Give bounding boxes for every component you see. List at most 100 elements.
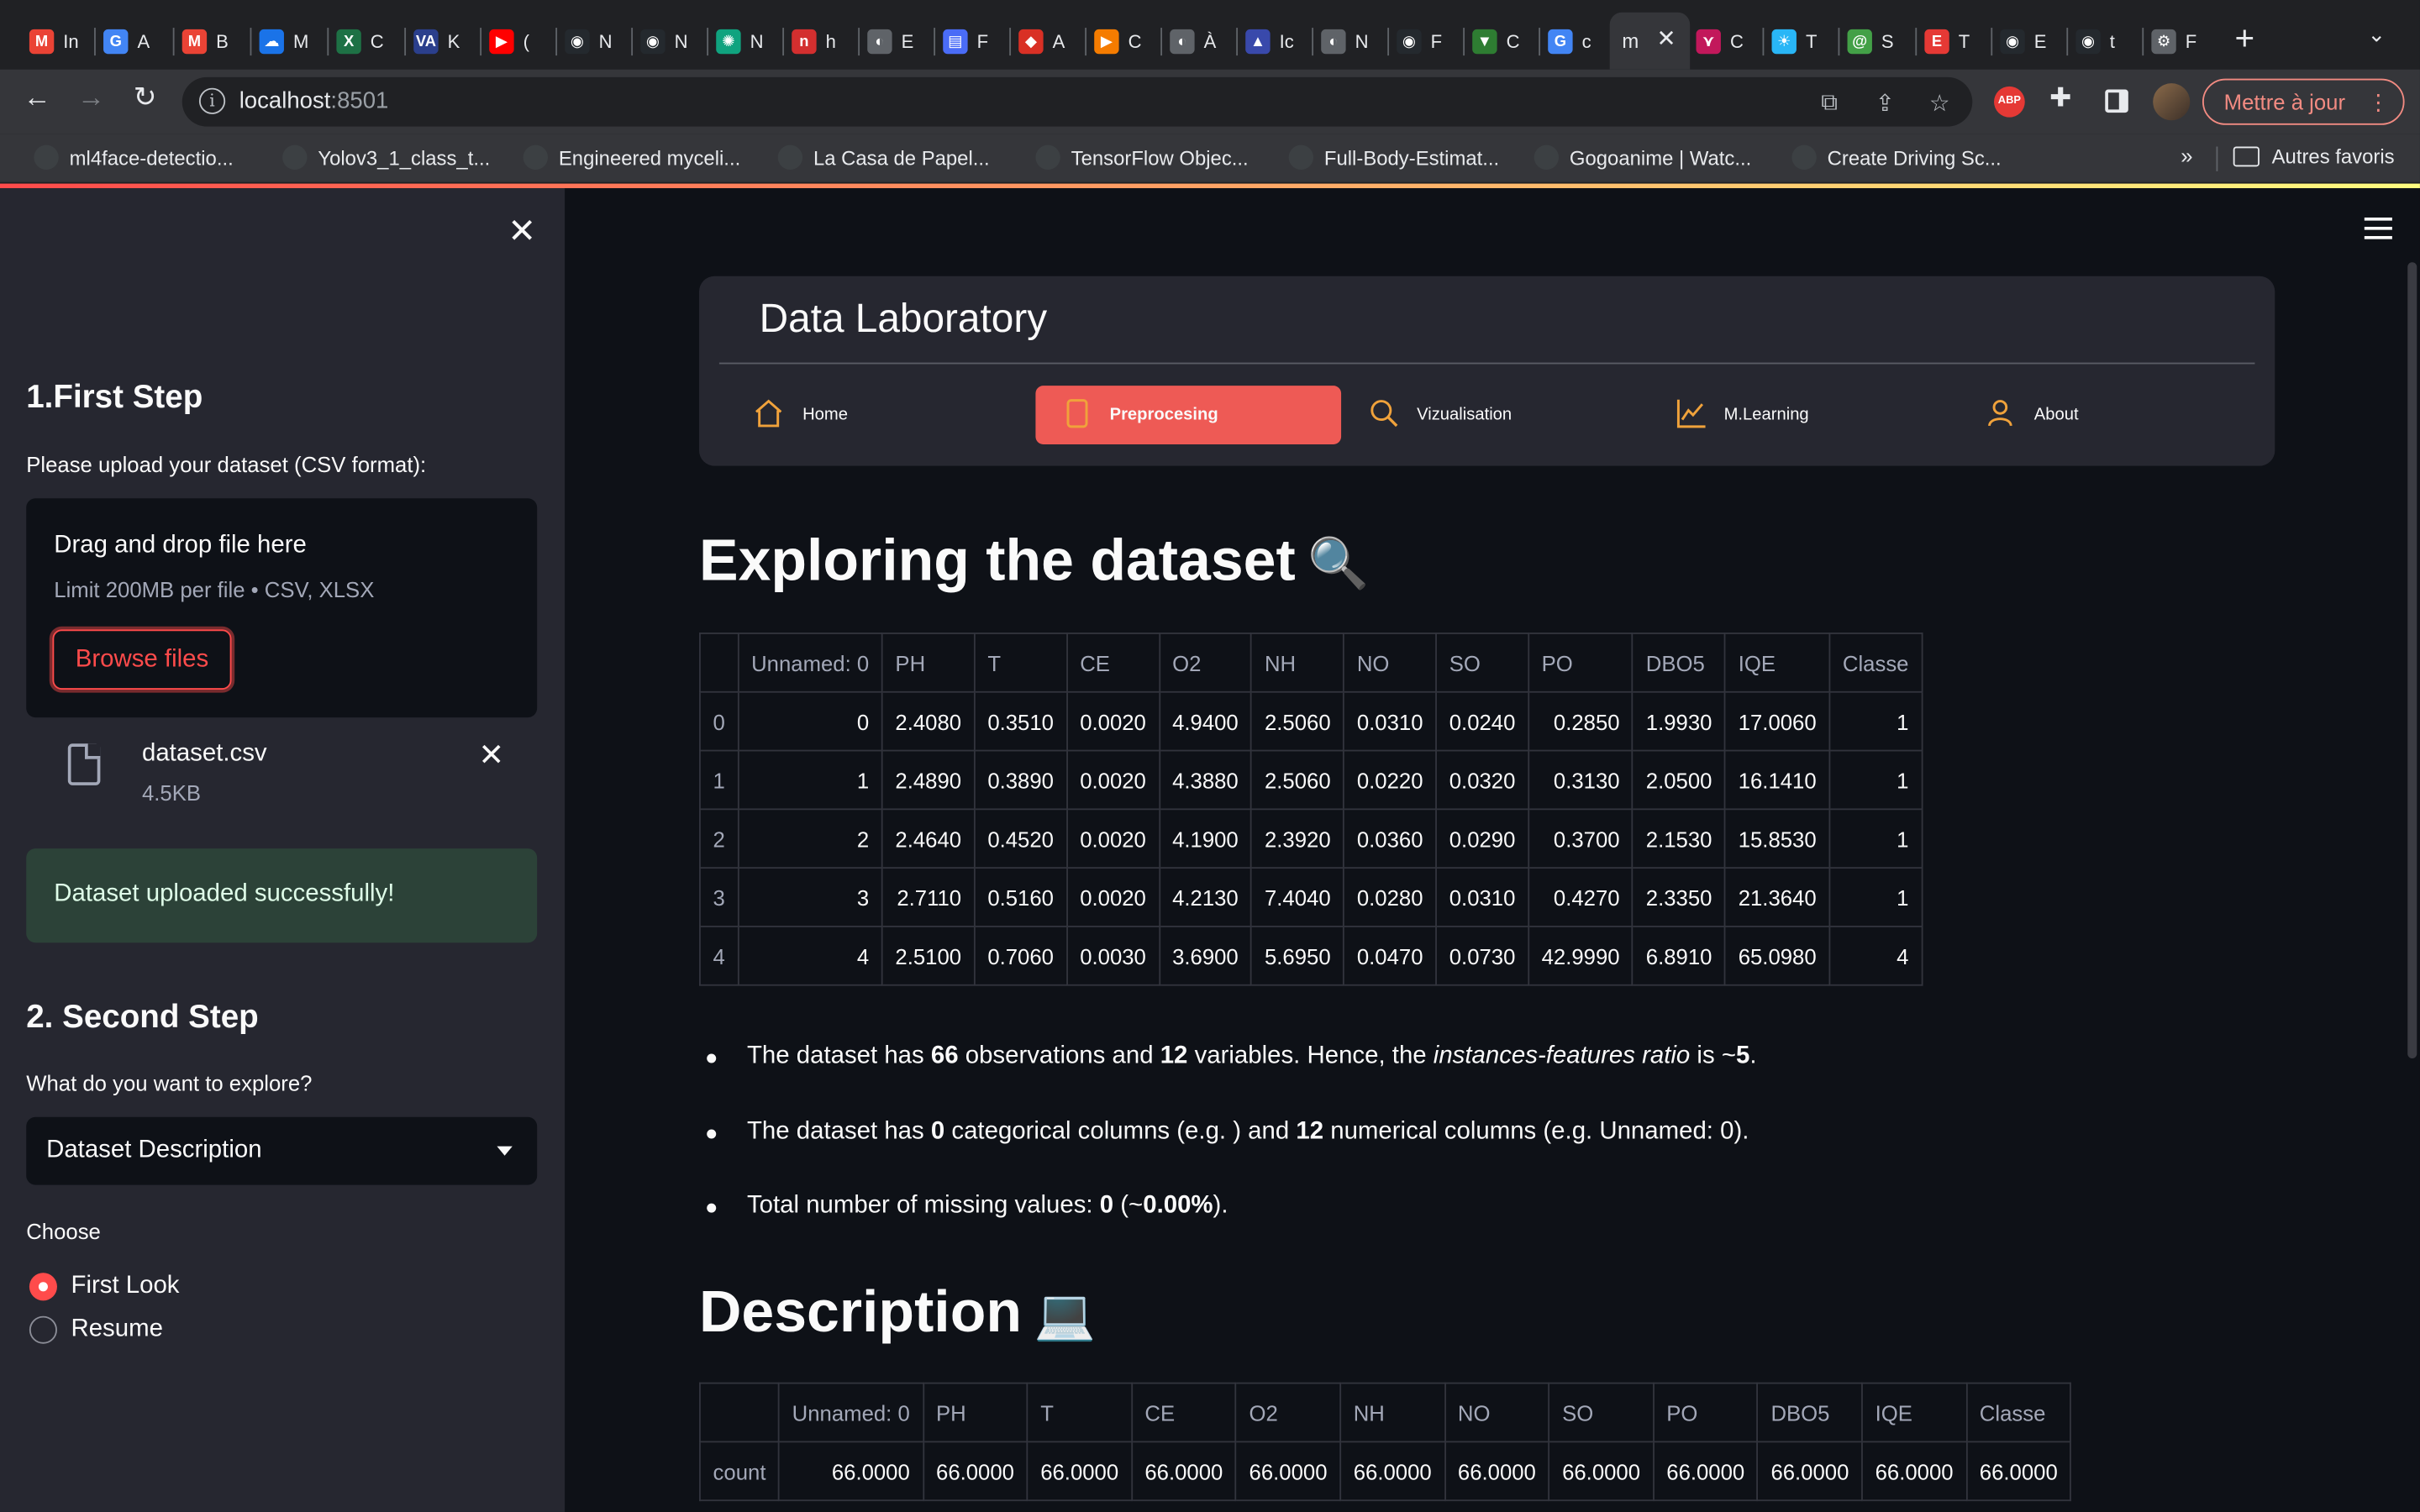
browser-tab[interactable]: @ S — [1847, 20, 1894, 63]
browser-tab[interactable]: ☀ T — [1771, 20, 1817, 63]
forward-arrow-icon[interactable]: → — [71, 81, 111, 114]
browser-tab[interactable]: Gc — [1548, 20, 1591, 63]
browser-tab[interactable]: ▼ C — [1472, 20, 1520, 63]
column-header[interactable]: CE — [1130, 1382, 1237, 1443]
browser-tab[interactable]: ◆ A — [1018, 20, 1065, 63]
browser-tab[interactable]: ◐ À — [1170, 20, 1216, 63]
bookmark-item[interactable]: TensorFlow Objec... — [1035, 144, 1249, 171]
column-header[interactable]: T — [973, 633, 1068, 693]
column-header[interactable]: O2 — [1158, 633, 1253, 693]
bookmark-item[interactable]: Create Driving Sc... — [1791, 144, 2002, 171]
column-header[interactable] — [699, 1382, 780, 1443]
nav-home[interactable]: Home — [753, 386, 1031, 444]
row-index: 4 — [699, 926, 739, 986]
browser-tab[interactable]: ☁ M — [259, 20, 308, 63]
table-cell: 0.0360 — [1343, 808, 1438, 869]
column-header[interactable]: PH — [881, 633, 976, 693]
file-dropzone[interactable]: Drag and drop file here Limit 200MB per … — [26, 498, 538, 718]
bookmark-item[interactable]: Yolov3_1_class_t... — [282, 144, 490, 171]
column-header[interactable]: CE — [1065, 633, 1160, 693]
column-header[interactable]: T — [1026, 1382, 1133, 1443]
browser-tab[interactable]: ◉ t — [2075, 20, 2115, 63]
column-header[interactable]: NO — [1343, 633, 1438, 693]
browser-tab[interactable]: ▶ C — [1094, 20, 1142, 63]
browser-tab[interactable]: GA — [103, 20, 150, 63]
bookmarks-overflow-icon[interactable]: » — [2181, 144, 2192, 168]
radio-first-look[interactable]: First Look — [29, 1273, 180, 1301]
browser-tab[interactable]: ◉ F — [1397, 20, 1442, 63]
column-header[interactable]: Classe — [1828, 633, 1923, 693]
column-header[interactable]: PO — [1652, 1382, 1759, 1443]
explore-select[interactable]: Dataset Description — [26, 1116, 538, 1185]
radio-resume[interactable]: Resume — [29, 1315, 163, 1344]
column-header[interactable]: SO — [1435, 633, 1529, 693]
column-header[interactable]: O2 — [1235, 1382, 1342, 1443]
nav-preprocesing[interactable]: Preprocesing — [1035, 386, 1342, 444]
share-icon[interactable]: ⇪ — [1876, 90, 1895, 117]
browser-tab[interactable]: ▲ Ic — [1245, 20, 1294, 63]
other-bookmarks[interactable]: Autres favoris — [2272, 145, 2395, 169]
nav-vizualisation[interactable]: Vizualisation — [1369, 386, 1647, 444]
side-panel-icon[interactable] — [2105, 89, 2128, 113]
browser-tab[interactable]: ⚙ F — [2151, 20, 2196, 63]
tab-close-icon[interactable]: ✕ — [1657, 24, 1676, 52]
address-bar[interactable]: i localhost:8501 ⧉ ⇪ ☆ — [182, 76, 1973, 127]
browser-tab[interactable]: ▶( — [489, 20, 529, 63]
browser-tab[interactable]: ◉ N — [565, 20, 613, 63]
profile-avatar[interactable] — [2153, 83, 2191, 121]
browser-tab[interactable]: ◐ N — [1321, 20, 1369, 63]
browser-tab[interactable]: ◉ E — [2000, 20, 2046, 63]
browser-tab[interactable]: nh — [792, 20, 836, 63]
bookmark-item[interactable]: La Casa de Papel... — [777, 144, 990, 171]
tab-active[interactable]: m ✕ — [1609, 12, 1691, 70]
spiral-icon: @ — [1847, 29, 1872, 55]
column-header[interactable]: Unnamed: 0 — [778, 1382, 924, 1443]
bookmark-item[interactable]: Full-Body-Estimat... — [1288, 144, 1499, 171]
bookmark-star-icon[interactable]: ☆ — [1929, 90, 1950, 117]
sidebar-close-icon[interactable]: ✕ — [508, 212, 536, 252]
url-text[interactable]: localhost:8501 — [239, 88, 389, 114]
hamburger-menu-icon[interactable] — [2364, 217, 2392, 245]
browser-tab[interactable]: ◉ N — [640, 20, 688, 63]
column-header[interactable]: PH — [922, 1382, 1028, 1443]
column-header[interactable]: NH — [1250, 633, 1345, 693]
browser-tab[interactable]: ▤ F — [943, 20, 988, 63]
nav-mlearning[interactable]: M.Learning — [1676, 386, 1954, 444]
tab-search-icon[interactable]: ⌄ — [2367, 22, 2386, 48]
column-header[interactable]: Classe — [1965, 1382, 2072, 1443]
bookmark-item[interactable]: Engineered myceli... — [523, 144, 740, 171]
bookmark-item[interactable]: ml4face-detectio... — [34, 144, 234, 171]
browser-tab[interactable]: ⋎ C — [1696, 20, 1744, 63]
adblock-icon[interactable]: ABP — [1994, 86, 2025, 118]
column-header[interactable]: DBO5 — [1632, 633, 1727, 693]
column-header[interactable]: NH — [1339, 1382, 1446, 1443]
bookmark-item[interactable]: Gogoanime | Watc... — [1534, 144, 1751, 171]
column-header[interactable]: SO — [1548, 1382, 1655, 1443]
column-header[interactable]: IQE — [1724, 633, 1831, 693]
update-button[interactable]: Mettre à jour ⋮ — [2202, 78, 2405, 125]
reload-icon[interactable]: ↻ — [125, 81, 166, 114]
back-arrow-icon[interactable]: ← — [17, 81, 57, 114]
browser-tab[interactable]: ET — [1924, 20, 1970, 63]
column-header[interactable]: Unnamed: 0 — [737, 633, 883, 693]
browser-tab[interactable]: ◐ E — [867, 20, 913, 63]
site-info-icon[interactable]: i — [198, 87, 226, 114]
column-header[interactable]: PO — [1528, 633, 1634, 693]
browser-tab[interactable]: XC — [336, 20, 384, 63]
browser-tab[interactable]: M In — [29, 20, 79, 63]
browse-files-button[interactable]: Browse files — [52, 629, 232, 690]
browser-tab[interactable]: ✺ N — [716, 20, 764, 63]
browser-tab[interactable]: VA K — [413, 20, 460, 63]
browser-tab[interactable]: MB — [182, 20, 229, 63]
nav-about[interactable]: About — [1985, 386, 2232, 444]
column-header[interactable]: IQE — [1861, 1382, 1968, 1443]
column-header[interactable]: NO — [1444, 1382, 1550, 1443]
new-tab-button[interactable]: + — [2235, 18, 2255, 59]
extensions-puzzle-icon[interactable]: ✚ — [2049, 83, 2071, 114]
table-cell: 7.4040 — [1250, 867, 1345, 927]
translate-icon[interactable]: ⧉ — [1821, 90, 1838, 116]
scrollbar[interactable] — [2407, 262, 2417, 1058]
column-header[interactable] — [699, 633, 739, 693]
remove-file-icon[interactable]: ✕ — [478, 736, 504, 774]
column-header[interactable]: DBO5 — [1756, 1382, 1863, 1443]
